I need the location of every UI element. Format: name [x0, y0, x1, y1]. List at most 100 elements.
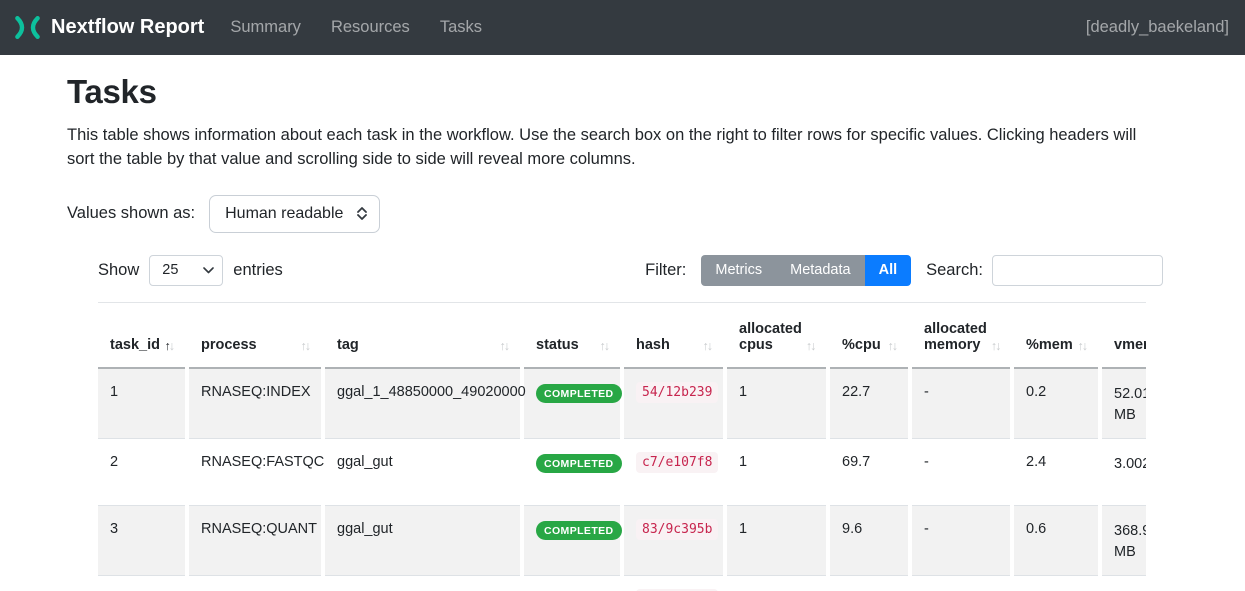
table-controls: Show 25 entries Filter: Metrics Metadata… — [98, 255, 1163, 286]
tasks-table-wrapper[interactable]: task_id ↑↓ process ↑↓ tag ↑↓ status ↑↓ — [98, 302, 1146, 591]
cell-allocated-cpus: 1 — [727, 506, 826, 576]
chevron-down-icon — [203, 262, 214, 278]
sort-asc-active-icon: ↑↓ — [165, 340, 176, 353]
page-description: This table shows information about each … — [67, 123, 1167, 172]
sort-icon: ↑↓ — [991, 340, 1002, 353]
cell-hash: c7/e107f8 — [624, 439, 723, 506]
cell-pmem: 2.4 — [1014, 439, 1098, 506]
cell-pmem: 0.6 — [1014, 506, 1098, 576]
sort-icon: ↑↓ — [806, 340, 817, 353]
filter-label: Filter: — [645, 261, 686, 280]
top-navbar: Nextflow Report Summary Resources Tasks … — [0, 0, 1245, 55]
filter-button-group: Metrics Metadata All — [701, 255, 911, 286]
cell-task-id: 2 — [98, 439, 185, 506]
column-header-allocated-memory[interactable]: allocated memory ↑↓ — [912, 303, 1010, 369]
navbar-links: Summary Resources Tasks — [230, 18, 482, 37]
chevron-up-down-icon — [357, 207, 367, 220]
values-shown-selected: Human readable — [225, 205, 343, 223]
values-shown-select[interactable]: Human readable — [209, 195, 380, 233]
table-row: 3 RNASEQ:QUANT ggal_gut COMPLETED 83/9c3… — [98, 506, 1146, 576]
cell-tag: - — [325, 576, 520, 591]
column-header-status[interactable]: status ↑↓ — [524, 303, 620, 369]
nextflow-logo-icon — [14, 14, 41, 41]
cell-vmem: 368.95 MB — [1102, 506, 1146, 576]
filter-button-all[interactable]: All — [865, 255, 912, 286]
column-header-pmem[interactable]: %mem ↑↓ — [1014, 303, 1098, 369]
cell-status: COMPLETED — [524, 506, 620, 576]
cell-allocated-cpus: 1 — [727, 576, 826, 591]
column-header-process[interactable]: process ↑↓ — [189, 303, 321, 369]
tasks-table: task_id ↑↓ process ↑↓ tag ↑↓ status ↑↓ — [98, 303, 1146, 591]
cell-hash: 54/12b239 — [624, 369, 723, 439]
cell-pcpu: 9.6 — [830, 506, 908, 576]
cell-status: COMPLETED — [524, 576, 620, 591]
cell-allocated-memory: - — [912, 439, 1010, 506]
status-badge: COMPLETED — [536, 454, 622, 473]
show-label: Show — [98, 261, 139, 280]
column-header-vmem[interactable]: vmem ↑↓ — [1102, 303, 1146, 369]
nav-link-resources[interactable]: Resources — [331, 18, 410, 37]
cell-pmem: 0.2 — [1014, 369, 1098, 439]
brand-title: Nextflow Report — [51, 16, 204, 39]
status-badge: COMPLETED — [536, 384, 622, 403]
sort-icon: ↑↓ — [1078, 340, 1089, 353]
sort-icon: ↑↓ — [600, 340, 611, 353]
table-row: 1 RNASEQ:INDEX ggal_1_48850000_49020000 … — [98, 369, 1146, 439]
cell-tag: ggal_gut — [325, 439, 520, 506]
entries-label: entries — [233, 261, 283, 280]
column-header-tag[interactable]: tag ↑↓ — [325, 303, 520, 369]
hash-code: 83/9c395b — [636, 519, 718, 540]
navbar-brand[interactable]: Nextflow Report — [14, 14, 204, 41]
search-label: Search: — [926, 261, 983, 280]
column-header-hash[interactable]: hash ↑↓ — [624, 303, 723, 369]
hash-code: c7/e107f8 — [636, 452, 718, 473]
cell-vmem: 52.016 MB — [1102, 369, 1146, 439]
sort-icon: ↑↓ — [703, 340, 714, 353]
filter-button-metadata[interactable]: Metadata — [776, 255, 864, 286]
column-header-pcpu[interactable]: %cpu ↑↓ — [830, 303, 908, 369]
filter-button-metrics[interactable]: Metrics — [701, 255, 776, 286]
sort-icon: ↑↓ — [301, 340, 312, 353]
cell-task-id: 4 — [98, 576, 185, 591]
cell-allocated-memory: - — [912, 369, 1010, 439]
column-header-allocated-cpus[interactable]: allocated cpus ↑↓ — [727, 303, 826, 369]
cell-tag: ggal_gut — [325, 506, 520, 576]
cell-pcpu: 69.7 — [830, 439, 908, 506]
column-header-task-id[interactable]: task_id ↑↓ — [98, 303, 185, 369]
cell-process: RNASEQ:FASTQC — [189, 439, 321, 506]
cell-vmem: 571.58 MB — [1102, 576, 1146, 591]
values-shown-label: Values shown as: — [67, 204, 195, 223]
nav-link-tasks[interactable]: Tasks — [440, 18, 482, 37]
cell-status: COMPLETED — [524, 439, 620, 506]
cell-allocated-cpus: 1 — [727, 369, 826, 439]
sort-icon: ↑↓ — [888, 340, 899, 353]
entries-selected-value: 25 — [162, 262, 178, 278]
entries-select[interactable]: 25 — [149, 255, 223, 286]
cell-status: COMPLETED — [524, 369, 620, 439]
cell-hash: 83/9c395b — [624, 506, 723, 576]
cell-allocated-memory: - — [912, 506, 1010, 576]
cell-process: RNASEQ:QUANT — [189, 506, 321, 576]
cell-process: MULTIQC — [189, 576, 321, 591]
cell-hash: 94/c235e1 — [624, 576, 723, 591]
cell-allocated-memory: - — [912, 576, 1010, 591]
cell-process: RNASEQ:INDEX — [189, 369, 321, 439]
table-row: 4 MULTIQC - COMPLETED 94/c235e1 1 42.8 -… — [98, 576, 1146, 591]
cell-pcpu: 42.8 — [830, 576, 908, 591]
cell-allocated-cpus: 1 — [727, 439, 826, 506]
search-input[interactable] — [992, 255, 1163, 286]
tasks-page: Tasks This table shows information about… — [0, 55, 1245, 591]
page-title: Tasks — [67, 73, 1180, 111]
cell-pcpu: 22.7 — [830, 369, 908, 439]
hash-code: 54/12b239 — [636, 382, 718, 403]
cell-task-id: 3 — [98, 506, 185, 576]
cell-vmem: 3.002 — [1102, 439, 1146, 506]
cell-pmem: 1.4 — [1014, 576, 1098, 591]
table-row: 2 RNASEQ:FASTQC ggal_gut COMPLETED c7/e1… — [98, 439, 1146, 506]
sort-icon: ↑↓ — [500, 340, 511, 353]
status-badge: COMPLETED — [536, 521, 622, 540]
workflow-run-name: [deadly_baekeland] — [1086, 18, 1229, 37]
nav-link-summary[interactable]: Summary — [230, 18, 301, 37]
cell-tag: ggal_1_48850000_49020000 — [325, 369, 520, 439]
cell-task-id: 1 — [98, 369, 185, 439]
